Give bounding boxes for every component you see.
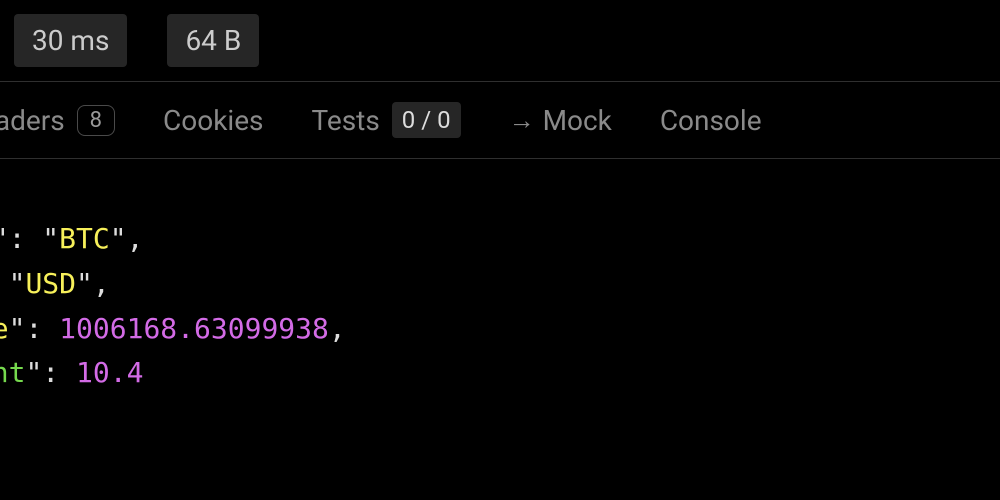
arrow-right-icon: → — [509, 105, 535, 136]
tab-cookies[interactable]: Cookies — [163, 104, 263, 137]
tab-headers-label: eaders — [0, 104, 65, 137]
status-row: 30 ms 64 B — [0, 0, 1000, 81]
response-time-chip: 30 ms — [14, 14, 127, 67]
json-key-amount: ount — [0, 356, 25, 389]
tab-tests[interactable]: Tests 0 / 0 — [312, 102, 461, 138]
json-key-price: ice — [0, 312, 9, 345]
json-value-price: 1006168.63099938 — [59, 312, 329, 345]
response-size-chip: 64 B — [167, 14, 259, 67]
response-body: om": "BTC", ": "USD", ice": 1006168.6309… — [0, 159, 1000, 396]
json-value-amount: 10.4 — [76, 356, 143, 389]
tab-mock[interactable]: → Mock — [509, 104, 612, 137]
json-value-to: USD — [25, 267, 76, 300]
tab-headers[interactable]: eaders 8 — [0, 104, 115, 137]
tab-mock-label: Mock — [543, 104, 612, 137]
tests-count-badge: 0 / 0 — [392, 102, 461, 138]
tab-console[interactable]: Console — [660, 104, 762, 137]
json-value-from: BTC — [59, 222, 110, 255]
headers-count-badge: 8 — [77, 105, 115, 136]
tab-row: eaders 8 Cookies Tests 0 / 0 → Mock Cons… — [0, 82, 1000, 158]
tab-tests-label: Tests — [312, 104, 380, 137]
